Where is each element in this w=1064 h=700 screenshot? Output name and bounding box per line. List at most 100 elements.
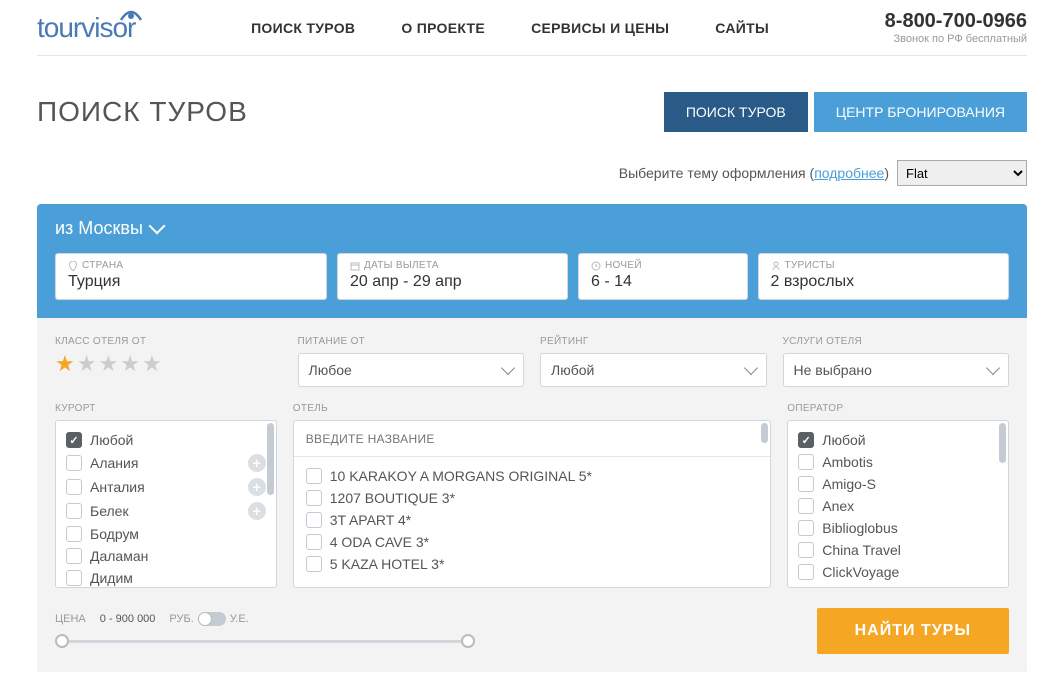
checkbox[interactable]	[798, 432, 814, 448]
list-item[interactable]: China Travel	[798, 539, 998, 561]
list-item[interactable]: Белек+	[66, 499, 266, 523]
list-item[interactable]: Анталия+	[66, 475, 266, 499]
expand-icon[interactable]: +	[248, 478, 266, 496]
filter-operator: ОПЕРАТОР ЛюбойAmbotisAmigo-SAnexBibliogl…	[787, 403, 1009, 588]
nav-search-tours[interactable]: ПОИСК ТУРОВ	[251, 20, 355, 36]
toggle-track[interactable]	[198, 612, 226, 626]
checkbox[interactable]	[798, 476, 814, 492]
hotel-search-input[interactable]	[294, 421, 771, 457]
list-item[interactable]: Ambotis	[798, 451, 998, 473]
list-item[interactable]: 10 KARAKOY A MORGANS ORIGINAL 5*	[306, 465, 759, 487]
checkbox[interactable]	[798, 454, 814, 470]
checkbox[interactable]	[798, 520, 814, 536]
list-item-label: Дидим	[90, 570, 133, 586]
checkbox[interactable]	[306, 468, 322, 484]
phone-number: 8-800-700-0966	[885, 10, 1027, 33]
hotel-label: ОТЕЛЬ	[293, 403, 772, 414]
list-item-label: 10 KARAKOY A MORGANS ORIGINAL 5*	[330, 468, 592, 484]
filters: КЛАСС ОТЕЛЯ ОТ ★ ★ ★ ★ ★ ПИТАНИЕ ОТ Любо…	[37, 318, 1027, 672]
scrollbar[interactable]	[998, 423, 1006, 585]
checkbox[interactable]	[66, 570, 82, 586]
star-rating[interactable]: ★ ★ ★ ★ ★	[55, 353, 282, 375]
price-slider[interactable]	[55, 634, 475, 650]
theme-more-link[interactable]: подробнее	[814, 165, 884, 181]
checkbox[interactable]	[306, 490, 322, 506]
scrollbar[interactable]	[760, 423, 768, 585]
star-4[interactable]: ★	[120, 353, 140, 375]
expand-icon[interactable]: +	[248, 454, 266, 472]
checkbox[interactable]	[306, 512, 322, 528]
toggle-knob	[198, 612, 212, 626]
list-item[interactable]: 3T APART 4*	[306, 509, 759, 531]
rating-select[interactable]: Любой	[540, 353, 767, 387]
logo[interactable]: tourvisor	[37, 12, 135, 44]
slider-handle-max[interactable]	[461, 634, 475, 648]
checkbox[interactable]	[66, 455, 82, 471]
param-nights-value: 6 - 14	[591, 273, 735, 291]
scrollbar[interactable]	[266, 423, 274, 585]
checkbox[interactable]	[66, 548, 82, 564]
list-item[interactable]: ClickVoyage	[798, 561, 998, 583]
resort-list: ЛюбойАлания+Анталия+Белек+БодрумДаламанД…	[55, 420, 277, 588]
list-item[interactable]: 4 ODA CAVE 3*	[306, 531, 759, 553]
theme-row: Выберите тему оформления (подробнее) Fla…	[37, 160, 1027, 186]
list-item-label: Ambotis	[822, 454, 873, 470]
find-tours-button[interactable]: НАЙТИ ТУРЫ	[817, 608, 1009, 654]
list-item-label: Бодрум	[90, 526, 139, 542]
list-item[interactable]: Любой	[798, 429, 998, 451]
currency-ue: У.Е.	[230, 613, 249, 625]
checkbox[interactable]	[66, 503, 82, 519]
star-5[interactable]: ★	[142, 353, 162, 375]
param-dates[interactable]: ДАТЫ ВЫЛЕТА 20 апр - 29 апр	[337, 253, 568, 300]
list-item[interactable]: Алания +	[66, 451, 266, 475]
list-item[interactable]: Даламан	[66, 545, 266, 567]
param-dates-value: 20 апр - 29 апр	[350, 273, 555, 291]
nav-about[interactable]: О ПРОЕКТЕ	[401, 20, 485, 36]
checkbox[interactable]	[306, 534, 322, 550]
tab-search-tours[interactable]: ПОИСК ТУРОВ	[664, 92, 808, 132]
theme-select[interactable]: Flat	[897, 160, 1027, 186]
list-item[interactable]: Amigo-S	[798, 473, 998, 495]
param-country[interactable]: СТРАНА Турция	[55, 253, 327, 300]
list-item[interactable]: 5 KAZA HOTEL 3*	[306, 553, 759, 575]
param-tourists[interactable]: ТУРИСТЫ 2 взрослых	[758, 253, 1010, 300]
slider-track	[55, 640, 475, 643]
checkbox[interactable]	[66, 526, 82, 542]
expand-icon[interactable]: +	[248, 502, 266, 520]
filter-resort: КУРОРТ ЛюбойАлания+Анталия+Белек+БодрумД…	[55, 403, 277, 588]
nav-sites[interactable]: САЙТЫ	[715, 20, 769, 36]
checkbox[interactable]	[66, 432, 82, 448]
checkbox[interactable]	[66, 479, 82, 495]
resort-label: КУРОРТ	[55, 403, 277, 414]
slider-handle-min[interactable]	[55, 634, 69, 648]
param-nights[interactable]: НОЧЕЙ 6 - 14	[578, 253, 748, 300]
tab-booking-center[interactable]: ЦЕНТР БРОНИРОВАНИЯ	[814, 92, 1027, 132]
list-item[interactable]: Дидим	[66, 567, 266, 587]
meal-select[interactable]: Любое	[298, 353, 525, 387]
list-item[interactable]: Biblioglobus	[798, 517, 998, 539]
checkbox[interactable]	[306, 556, 322, 572]
list-item[interactable]: 1207 BOUTIQUE 3*	[306, 487, 759, 509]
star-3[interactable]: ★	[98, 353, 118, 375]
filter-meal-label: ПИТАНИЕ ОТ	[298, 336, 525, 347]
filter-rating-label: РЕЙТИНГ	[540, 336, 767, 347]
pin-icon	[68, 261, 78, 271]
list-item[interactable]: Anex	[798, 495, 998, 517]
currency-toggle[interactable]: РУБ. У.Е.	[169, 612, 248, 626]
list-item[interactable]: Бодрум	[66, 523, 266, 545]
star-2[interactable]: ★	[77, 353, 97, 375]
chevron-down-icon	[501, 361, 515, 375]
from-city-selector[interactable]: из Москвы	[37, 204, 1027, 253]
nav-services[interactable]: СЕРВИСЫ И ЦЕНЫ	[531, 20, 669, 36]
filter-hotel-class: КЛАСС ОТЕЛЯ ОТ ★ ★ ★ ★ ★	[55, 336, 282, 387]
operator-list: Любой Ambotis Amigo-SAnexBiblioglobusChina…	[787, 420, 1009, 588]
list-item-label: Алания	[90, 455, 138, 471]
star-1[interactable]: ★	[55, 353, 75, 375]
list-item[interactable]: Любой	[66, 429, 266, 451]
person-icon	[771, 261, 781, 271]
checkbox[interactable]	[798, 498, 814, 514]
filter-hotel: ОТЕЛЬ 10 KARAKOY A MORGANS ORIGINAL 5* 12…	[293, 403, 772, 588]
services-select[interactable]: Не выбрано	[783, 353, 1010, 387]
checkbox[interactable]	[798, 542, 814, 558]
checkbox[interactable]	[798, 564, 814, 580]
